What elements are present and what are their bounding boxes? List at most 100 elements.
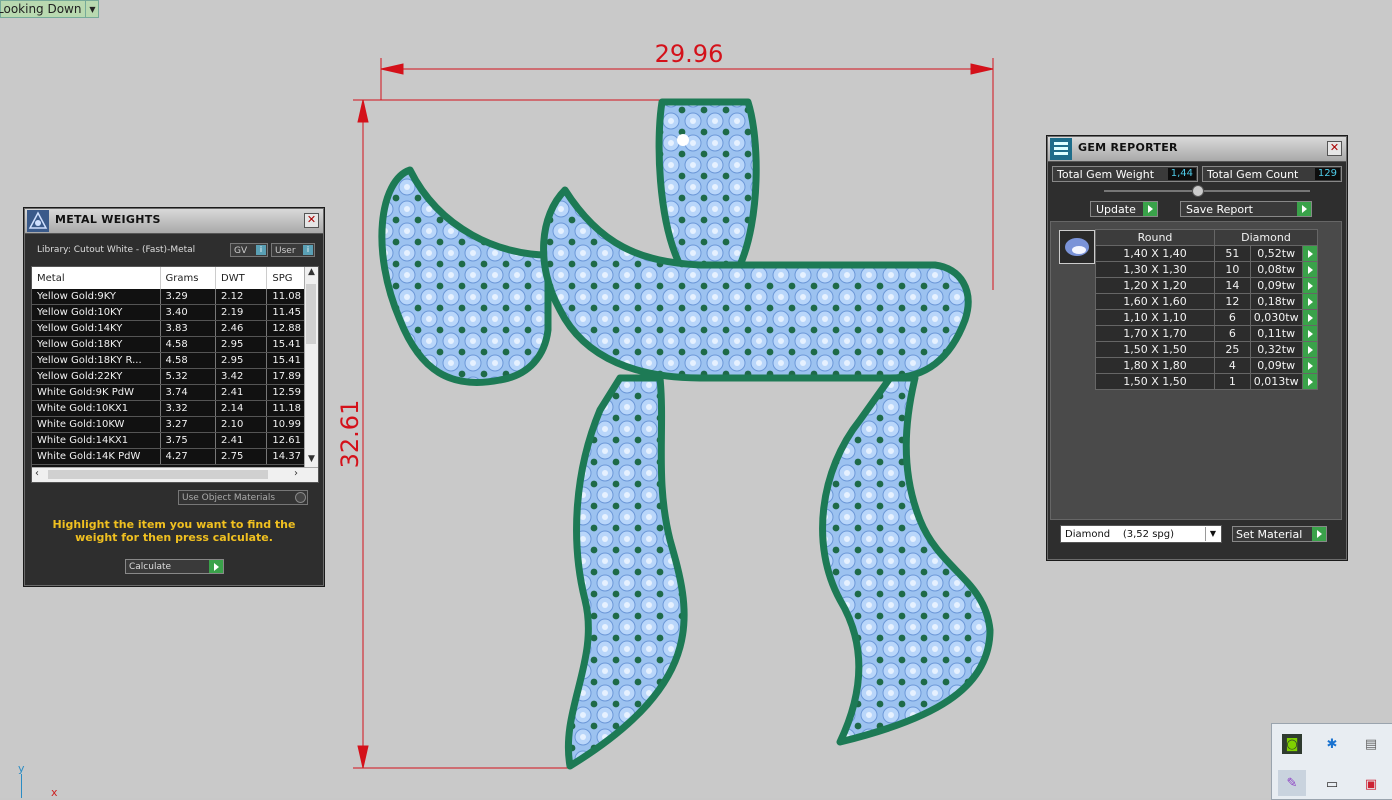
table-cell: 3.83 — [160, 320, 217, 337]
gem-size-cell: 1,30 X 1,30 — [1095, 261, 1215, 278]
device-icon[interactable]: ▣ — [1361, 774, 1381, 794]
table-row[interactable]: White Gold:14K PdW 4.27 2.75 14.37 — [32, 448, 318, 465]
table-cell: 3.27 — [160, 416, 217, 433]
table-cell: Yellow Gold:9KY — [32, 289, 161, 305]
select-gem-icon[interactable] — [1301, 373, 1319, 390]
user-toggle[interactable]: User i — [271, 243, 315, 257]
chevron-down-icon[interactable]: ▼ — [85, 1, 98, 17]
table-row[interactable]: White Gold:14KX1 3.75 2.41 12.61 — [32, 432, 318, 449]
gem-row[interactable]: 1,60 X 1,60 12 0,18tw — [1095, 293, 1319, 310]
scroll-up-icon[interactable]: ▲ — [305, 267, 318, 280]
gem-reporter-logo-icon — [1050, 138, 1072, 160]
close-icon[interactable]: ✕ — [304, 213, 319, 228]
horizontal-scrollbar[interactable]: ‹ › — [32, 467, 318, 482]
gem-weight-cell: 0,09tw — [1249, 277, 1303, 294]
play-icon[interactable] — [209, 560, 223, 573]
table-cell: 3.32 — [160, 400, 217, 417]
material-select-value: Diamond (3,52 spg) — [1065, 529, 1175, 540]
table-row[interactable]: Yellow Gold:18KY R... 4.58 2.95 15.41 — [32, 352, 318, 369]
pen-icon[interactable]: ✎ — [1278, 770, 1306, 796]
metal-table[interactable]: Metal Grams DWT SPG Yellow Gold:9KY 3.29 2… — [31, 266, 319, 483]
close-icon[interactable]: ✕ — [1327, 141, 1342, 156]
scroll-right-icon[interactable]: › — [294, 468, 298, 479]
save-report-label: Save Report — [1186, 203, 1253, 216]
table-cell: 2.10 — [215, 416, 268, 433]
table-row[interactable]: White Gold:9K PdW 3.74 2.41 12.59 — [32, 384, 318, 401]
gem-row[interactable]: 1,80 X 1,80 4 0,09tw — [1095, 357, 1319, 374]
panel-slider[interactable] — [1104, 185, 1310, 197]
gem-row[interactable]: 1,20 X 1,20 14 0,09tw — [1095, 277, 1319, 294]
table-cell: 3.75 — [160, 432, 217, 449]
table-cell: Yellow Gold:14KY — [32, 320, 161, 337]
table-cell: 2.95 — [215, 352, 268, 369]
vertical-scrollbar[interactable]: ▲ ▼ — [304, 267, 318, 467]
gem-row[interactable]: 1,70 X 1,70 6 0,11tw — [1095, 325, 1319, 342]
nvidia-icon[interactable]: ◙ — [1282, 734, 1302, 754]
calculate-button[interactable]: Calculate — [125, 559, 224, 574]
gem-weight-cell: 0,32tw — [1249, 341, 1303, 358]
round-gem-icon[interactable] — [1059, 230, 1095, 264]
scroll-down-icon[interactable]: ▼ — [305, 454, 318, 467]
table-row[interactable]: Yellow Gold:9KY 3.29 2.12 11.08 — [32, 289, 318, 305]
column-header-grams[interactable]: Grams — [160, 267, 217, 289]
table-row[interactable]: Yellow Gold:18KY 4.58 2.95 15.41 — [32, 336, 318, 353]
bluetooth-icon[interactable]: ✱ — [1322, 734, 1342, 754]
dimension-width-label: 29.96 — [655, 40, 724, 68]
select-gem-icon[interactable] — [1301, 277, 1319, 294]
select-gem-icon[interactable] — [1301, 293, 1319, 310]
gem-count-cell: 12 — [1214, 293, 1251, 310]
play-icon[interactable] — [1143, 202, 1157, 216]
gv-toggle[interactable]: GV i — [230, 243, 268, 257]
use-object-materials-label: Use Object Materials — [182, 493, 276, 503]
table-cell: 3.42 — [215, 368, 268, 385]
gem-size-cell: 1,60 X 1,60 — [1095, 293, 1215, 310]
table-row[interactable]: Yellow Gold:10KY 3.40 2.19 11.45 — [32, 304, 318, 321]
update-button[interactable]: Update — [1090, 201, 1158, 217]
gem-row[interactable]: 1,50 X 1,50 1 0,013tw — [1095, 373, 1319, 390]
select-gem-icon[interactable] — [1301, 309, 1319, 326]
usb-drive-icon[interactable]: ▤ — [1361, 734, 1381, 754]
gem-row[interactable]: 1,30 X 1,30 10 0,08tw — [1095, 261, 1319, 278]
total-gem-weight-label: Total Gem Weight — [1057, 168, 1155, 181]
slider-knob[interactable] — [1192, 185, 1204, 197]
gem-reporter-title-bar[interactable]: GEM REPORTER ✕ — [1048, 137, 1346, 162]
play-icon[interactable] — [1312, 527, 1326, 541]
axis-y-line — [21, 774, 22, 798]
gem-row[interactable]: 1,40 X 1,40 51 0,52tw — [1095, 245, 1319, 262]
column-header-diamond: Diamond — [1214, 229, 1318, 246]
table-cell: White Gold:14KX1 — [32, 432, 161, 449]
chevron-down-icon[interactable]: ▼ — [1205, 527, 1220, 541]
select-gem-icon[interactable] — [1301, 341, 1319, 358]
radio-icon[interactable] — [295, 492, 306, 503]
scroll-left-icon[interactable]: ‹ — [35, 468, 39, 479]
scroll-thumb[interactable] — [48, 470, 268, 479]
table-cell: White Gold:10KW — [32, 416, 161, 433]
metal-weights-title: METAL WEIGHTS — [55, 213, 161, 226]
table-row[interactable]: Yellow Gold:14KY 3.83 2.46 12.88 — [32, 320, 318, 337]
use-object-materials-toggle[interactable]: Use Object Materials — [178, 490, 308, 505]
select-gem-icon[interactable] — [1301, 325, 1319, 342]
gem-count-cell: 1 — [1214, 373, 1251, 390]
table-row[interactable]: White Gold:10KX1 3.32 2.14 11.18 — [32, 400, 318, 417]
info-icon: i — [303, 245, 313, 255]
select-gem-icon[interactable] — [1301, 261, 1319, 278]
gem-count-cell: 14 — [1214, 277, 1251, 294]
column-header-metal[interactable]: Metal — [32, 267, 161, 289]
metal-weights-title-bar[interactable]: METAL WEIGHTS ✕ — [25, 209, 323, 234]
save-report-button[interactable]: Save Report — [1180, 201, 1312, 217]
gem-list[interactable]: Round Diamond 1,40 X 1,40 51 0,52tw 1,30 X … — [1050, 221, 1342, 520]
table-row[interactable]: White Gold:10KW 3.27 2.10 10.99 — [32, 416, 318, 433]
set-material-button[interactable]: Set Material — [1232, 526, 1327, 542]
select-gem-icon[interactable] — [1301, 357, 1319, 374]
material-select[interactable]: Diamond (3,52 spg) ▼ — [1060, 525, 1222, 543]
column-header-dwt[interactable]: DWT — [215, 267, 268, 289]
battery-icon[interactable]: ▭ — [1322, 774, 1342, 794]
gem-size-cell: 1,70 X 1,70 — [1095, 325, 1215, 342]
gem-row[interactable]: 1,50 X 1,50 25 0,32tw — [1095, 341, 1319, 358]
gem-row[interactable]: 1,10 X 1,10 6 0,030tw — [1095, 309, 1319, 326]
select-gem-icon[interactable] — [1301, 245, 1319, 262]
table-row[interactable]: Yellow Gold:22KY 5.32 3.42 17.89 — [32, 368, 318, 385]
scroll-thumb[interactable] — [306, 284, 316, 344]
play-icon[interactable] — [1297, 202, 1311, 216]
view-label[interactable]: Looking Down ▼ — [0, 0, 100, 18]
